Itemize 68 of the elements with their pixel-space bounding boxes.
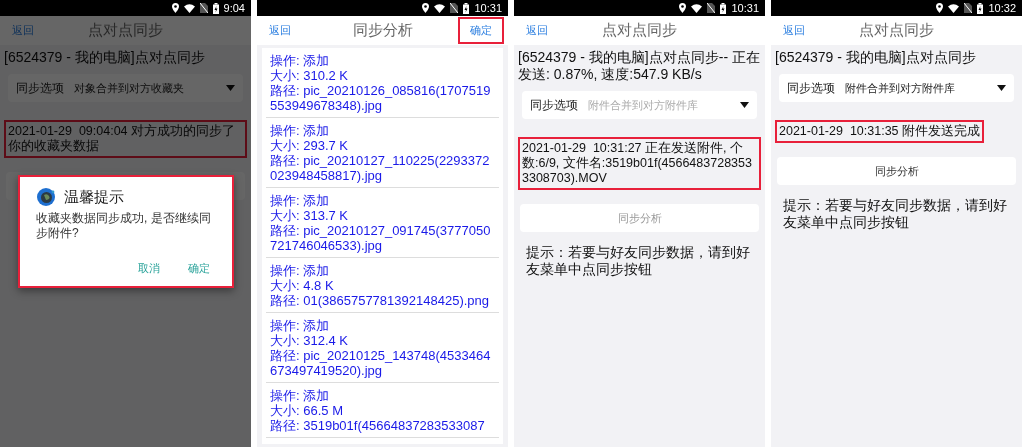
sync-status-message: 2021-01-29 10:31:27 正在发送附件, 个数:6/9, 文件名:3519b01f(45664837283533308703).MOV: [518, 137, 761, 190]
wifi-icon: [434, 3, 446, 13]
back-link[interactable]: 返回: [0, 23, 60, 38]
dialog-message: 收藏夹数据同步成功, 是否继续同步附件?: [36, 211, 212, 241]
screen-title: 同步分析: [351, 21, 414, 40]
wifi-icon: [948, 3, 960, 13]
operation-text: 操作: 添加: [270, 388, 331, 403]
size-text: 大小: 312.4 K: [270, 333, 350, 348]
location-icon: [171, 3, 179, 13]
location-icon: [679, 3, 687, 13]
size-text: 大小: 4.8 K: [270, 278, 335, 293]
clock-time: 10:31: [474, 2, 502, 14]
size-text: 大小: 293.7 K: [270, 138, 350, 153]
operation-text: 操作: 添加: [270, 123, 331, 138]
dropdown-caret-icon: [997, 85, 1006, 91]
size-text: 大小: 310.2 K: [270, 68, 350, 83]
device-sync-title: [6524379 - 我的电脑]点对点同步: [4, 48, 206, 67]
clock-time: 9:04: [223, 2, 245, 14]
hint-text: 提示：若要与好友同步数据，请到好友菜单中点同步按钮: [525, 244, 751, 278]
size-text: 大小: 66.5 M: [270, 403, 344, 418]
location-icon: [936, 3, 944, 13]
no-sim-icon: [199, 3, 208, 13]
path-text: 路径: 3519b01f(45664837283533087: [270, 418, 486, 433]
path-text: 路径: pic_20210125_143748(4533464673497419520).jpg: [270, 348, 492, 378]
option-value: 对象合并到对方收藏夹: [74, 80, 185, 96]
device-sync-title: [6524379 - 我的电脑]点对点同步: [775, 48, 977, 67]
size-text: 大小: 313.7 K: [270, 208, 350, 223]
path-text: 路径: 01(3865757781392148425).png: [270, 293, 490, 308]
globe-logo-icon: [36, 187, 56, 207]
back-link[interactable]: 返回: [514, 23, 574, 38]
back-link[interactable]: 返回: [257, 23, 317, 38]
operation-text: 操作: 添加: [270, 318, 331, 333]
screen-title: 点对点同步: [601, 21, 678, 40]
dialog-title: 温馨提示: [64, 187, 124, 207]
operation-text: 操作: 添加: [270, 53, 331, 68]
option-value: 附件合并到对方附件库: [845, 80, 956, 96]
sync-status-message: 2021-01-29 09:04:04 对方成功的同步了你的收藏夹数据: [4, 120, 247, 158]
dialog-button[interactable]: 确定: [186, 259, 212, 278]
sync-option-dropdown[interactable]: 同步选项 附件合并到对方附件库: [779, 74, 1014, 102]
no-sim-icon: [964, 3, 973, 13]
path-text: 路径: pic_20210126_085816(1707519553949678348).jpg: [270, 83, 492, 113]
operation-text: 操作: 添加: [270, 263, 331, 278]
hint-text: 提示：若要与好友同步数据，请到好友菜单中点同步按钮: [782, 197, 1008, 231]
sync-option-dropdown[interactable]: 同步选项 对象合并到对方收藏夹: [8, 74, 243, 102]
dropdown-caret-icon: [226, 85, 235, 91]
option-label: 同步选项: [530, 97, 578, 113]
wifi-icon: [691, 3, 703, 13]
option-label: 同步选项: [16, 80, 64, 96]
sync-analysis-button[interactable]: 同步分析: [777, 157, 1016, 185]
sync-status-message: 2021-01-29 10:31:35 附件发送完成: [775, 120, 985, 143]
option-value: 附件合并到对方附件库: [588, 97, 699, 113]
location-icon: [422, 3, 430, 13]
operation-text: 操作: 添加: [270, 193, 331, 208]
clock-time: 10:32: [988, 2, 1016, 14]
confirm-button[interactable]: 确定: [458, 17, 504, 44]
back-link[interactable]: 返回: [771, 23, 831, 38]
screen-title: 点对点同步: [87, 21, 164, 40]
screen-title: 点对点同步: [858, 21, 935, 40]
dialog-button[interactable]: 取消: [136, 259, 162, 278]
dropdown-caret-icon: [740, 102, 749, 108]
path-text: 路径: pic_20210127_091745(3777050721746046533).jpg: [270, 223, 492, 253]
no-sim-icon: [450, 3, 459, 13]
clock-time: 10:31: [731, 2, 759, 14]
option-label: 同步选项: [787, 80, 835, 96]
path-text: 路径: pic_20210127_110225(2293372023948458817).jpg: [270, 153, 491, 183]
no-sim-icon: [707, 3, 716, 13]
device-sync-title: [6524379 - 我的电脑]点对点同步-- 正在发送: 0.87%, 速度:547.9 KB/s: [518, 48, 761, 84]
wifi-icon: [183, 3, 195, 13]
